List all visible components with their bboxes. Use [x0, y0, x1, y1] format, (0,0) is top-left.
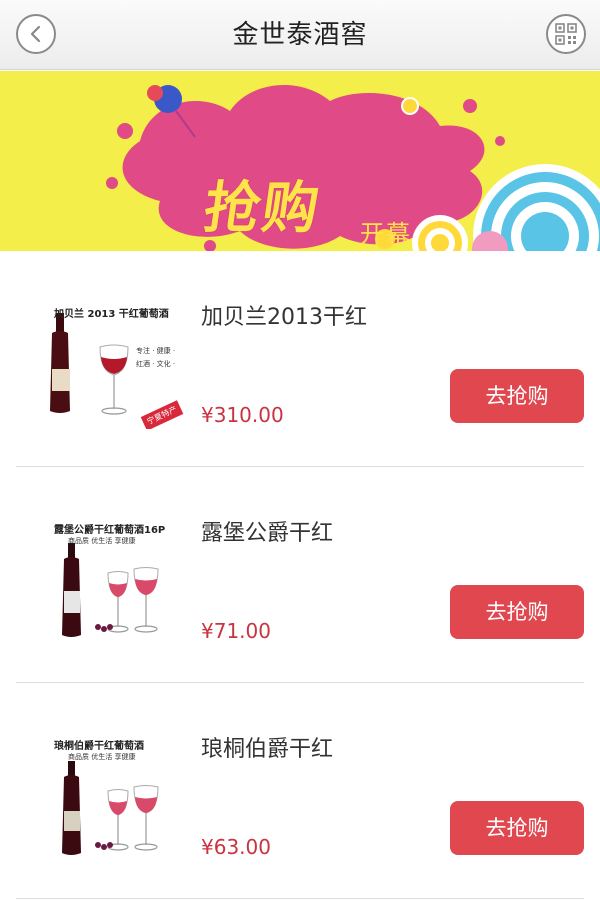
product-item[interactable]: 琅桐伯爵干红葡萄酒 商品质 优生活 享健康 琅桐伯爵干红 ¥63.00 去抢购: [16, 683, 584, 899]
image-tagline: 专注 · 健康 · 红酒 · 文化 ·: [136, 347, 176, 368]
back-button[interactable]: [16, 14, 56, 54]
banner-subtitle: 开幕: [360, 220, 412, 248]
chevron-left-icon: [30, 25, 41, 43]
top-bar: 金世泰酒窖: [0, 0, 600, 70]
product-name[interactable]: 露堡公爵干红: [201, 515, 333, 547]
qr-code-button[interactable]: [546, 14, 586, 54]
image-caption: 琅桐伯爵干红葡萄酒: [54, 741, 144, 752]
image-tagline: 商品质 优生活 享健康: [68, 537, 136, 545]
banner-headline: 抢购: [199, 176, 325, 241]
product-image[interactable]: 琅桐伯爵干红葡萄酒 商品质 优生活 享健康: [38, 731, 188, 861]
image-caption: 加贝兰 2013 干红葡萄酒: [54, 309, 169, 320]
product-price: ¥71.00: [201, 619, 271, 643]
qr-code-icon: [555, 23, 577, 45]
image-tagline: 商品质 优生活 享健康: [68, 753, 136, 761]
buy-now-button[interactable]: 去抢购: [450, 801, 584, 855]
product-price: ¥310.00: [201, 403, 284, 427]
product-name[interactable]: 琅桐伯爵干红: [201, 731, 333, 763]
product-item[interactable]: 露堡公爵干红葡萄酒16P 商品质 优生活 享健康 露堡公爵干红 ¥71.00 去…: [16, 467, 584, 683]
product-image[interactable]: 露堡公爵干红葡萄酒16P 商品质 优生活 享健康: [38, 515, 188, 645]
product-price: ¥63.00: [201, 835, 271, 859]
product-item[interactable]: 加贝兰 2013 干红葡萄酒 专注 · 健康 · 红酒 · 文化 · 宁夏特产 …: [16, 251, 584, 467]
page-title: 金世泰酒窖: [232, 20, 368, 50]
product-list: 加贝兰 2013 干红葡萄酒 专注 · 健康 · 红酒 · 文化 · 宁夏特产 …: [0, 251, 600, 899]
buy-now-button[interactable]: 去抢购: [450, 585, 584, 639]
buy-now-button[interactable]: 去抢购: [450, 369, 584, 423]
product-image[interactable]: 加贝兰 2013 干红葡萄酒 专注 · 健康 · 红酒 · 文化 · 宁夏特产: [38, 299, 188, 429]
product-name[interactable]: 加贝兰2013干红: [201, 299, 367, 331]
image-caption: 露堡公爵干红葡萄酒16P: [54, 525, 166, 536]
promo-banner[interactable]: 抢购 开幕: [0, 71, 600, 251]
